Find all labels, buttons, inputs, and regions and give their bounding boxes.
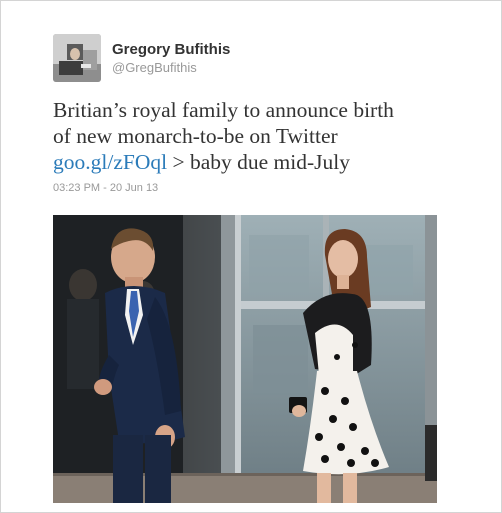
- tweet-card: Gregory Bufithis @GregBufithis Britian’s…: [0, 0, 502, 513]
- tweet-text: Britian’s royal family to announce birth…: [53, 97, 473, 175]
- author-avatar[interactable]: [53, 34, 101, 82]
- tweet-photo[interactable]: [53, 215, 437, 503]
- tweet-text-line-2: of new monarch-to-be on Twitter: [53, 124, 338, 148]
- author-handle[interactable]: @GregBufithis: [112, 60, 197, 75]
- author-name[interactable]: Gregory Bufithis: [112, 41, 230, 58]
- tweet-timestamp[interactable]: 03:23 PM - 20 Jun 13: [53, 182, 158, 194]
- tweet-text-line-1: Britian’s royal family to announce birth: [53, 98, 394, 122]
- tweet-text-line-3: > baby due mid-July: [167, 150, 350, 174]
- tweet-link[interactable]: goo.gl/zFOql: [53, 150, 167, 174]
